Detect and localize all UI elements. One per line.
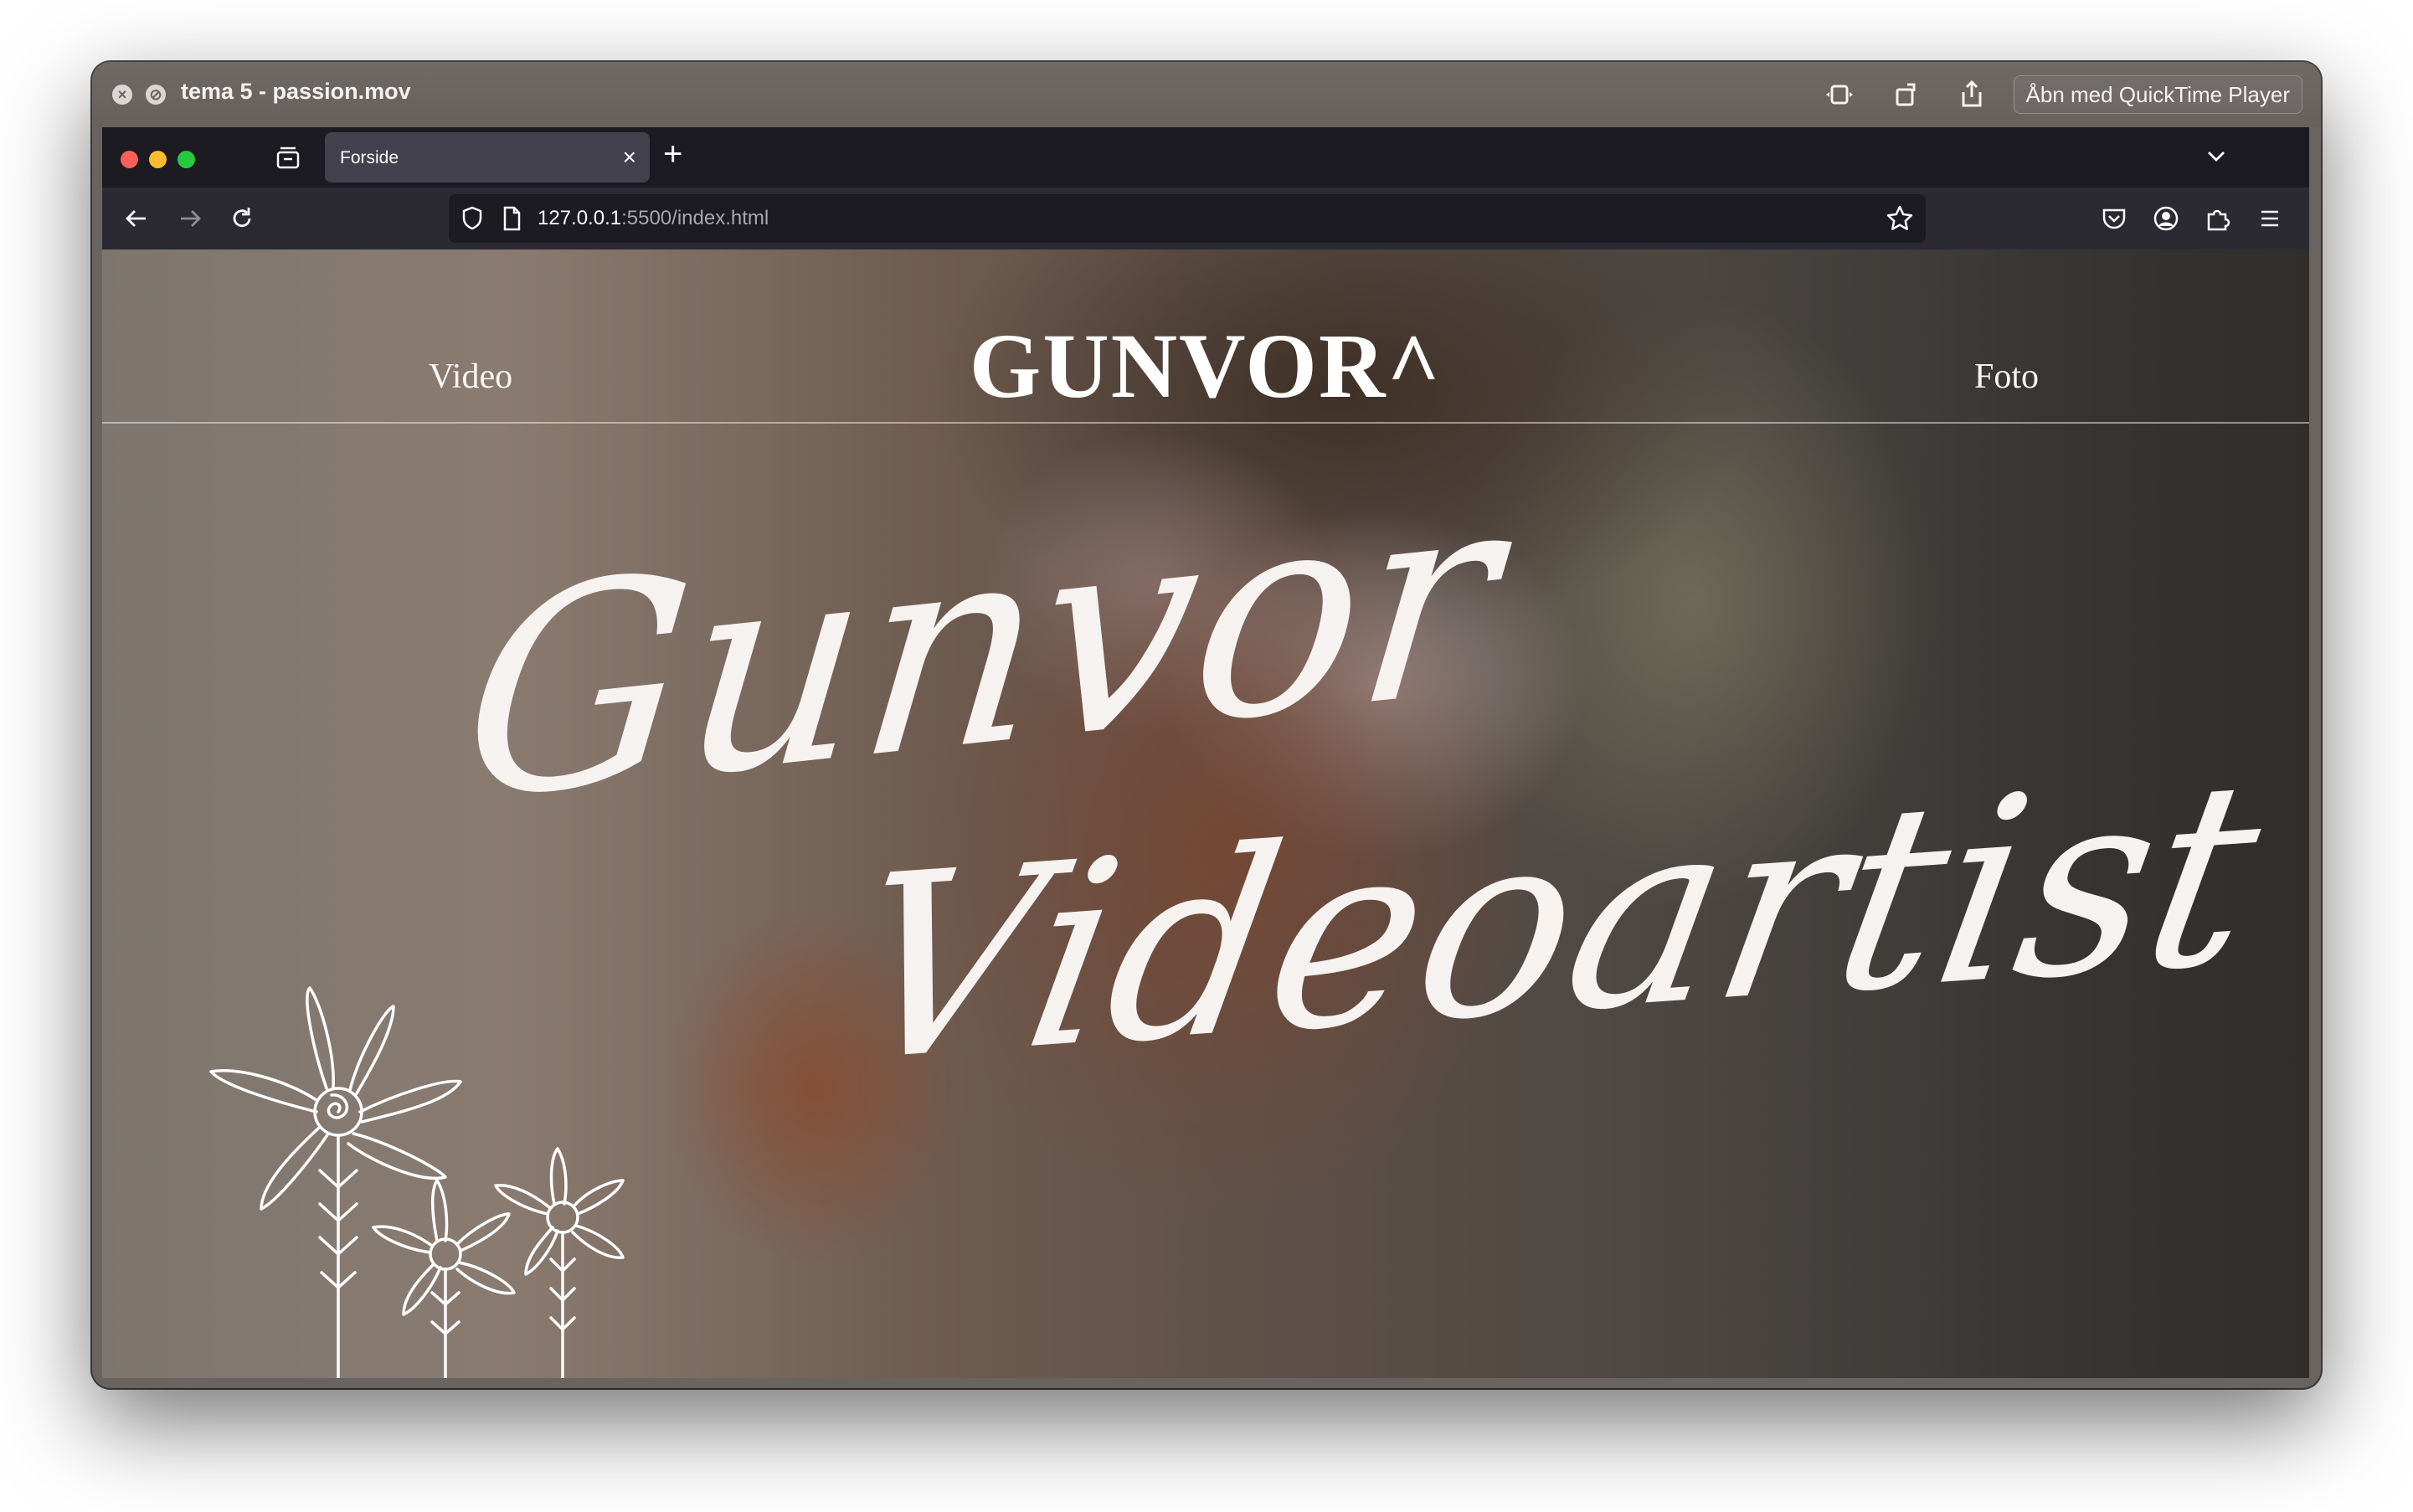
back-icon[interactable] <box>121 203 152 234</box>
menu-icon[interactable] <box>2254 203 2286 234</box>
url-text[interactable]: 127.0.0.1:5500/index.html <box>538 207 769 230</box>
hero-graphics: Gunvor Videoartist <box>209 427 2281 1378</box>
reload-icon[interactable] <box>226 203 258 234</box>
shield-icon[interactable] <box>457 203 487 234</box>
page-icon <box>503 206 521 231</box>
pocket-icon[interactable] <box>2098 203 2130 234</box>
account-icon[interactable] <box>2150 203 2182 234</box>
extensions-icon[interactable] <box>2202 203 2234 234</box>
url-path: :5500/index.html <box>621 207 769 229</box>
trim-icon[interactable] <box>1824 79 1855 111</box>
quicktime-window: × ⊘ tema 5 - passion.mov Åbn med QuickTi… <box>92 62 2321 1388</box>
tab-list-icon[interactable] <box>273 142 303 172</box>
flower-small <box>494 1147 625 1378</box>
tab-forside[interactable]: Forside × <box>325 132 650 183</box>
rotate-icon[interactable] <box>1891 79 1922 111</box>
close-icon[interactable]: × <box>112 85 132 105</box>
tab-bar: Forside × + <box>102 127 2309 188</box>
flower-illustration <box>209 986 625 1378</box>
address-bar[interactable]: 127.0.0.1:5500/index.html <box>449 194 1926 243</box>
flower-medium <box>372 1179 516 1378</box>
bookmark-star-icon[interactable] <box>1884 203 1916 234</box>
share-icon[interactable] <box>1956 79 1988 111</box>
open-with-quicktime-button[interactable]: Åbn med QuickTime Player <box>2013 75 2302 114</box>
web-page: Video GUNVOR^ Foto Gunvor Videoartist <box>102 249 2309 1378</box>
zoom-window-icon[interactable] <box>178 151 195 168</box>
window-title: tema 5 - passion.mov <box>181 79 411 104</box>
minimize-window-icon[interactable] <box>149 151 167 168</box>
forward-icon[interactable] <box>174 203 206 234</box>
browser-window: Forside × + 127.0.0.1:5500/index.html Vi… <box>102 127 2309 1378</box>
stop-icon[interactable]: ⊘ <box>146 85 166 105</box>
quicktime-titlebar: × ⊘ tema 5 - passion.mov Åbn med QuickTi… <box>92 62 2321 127</box>
flower-large <box>209 986 462 1378</box>
tab-close-icon[interactable]: × <box>623 144 636 171</box>
close-window-icon[interactable] <box>121 151 138 168</box>
chevron-down-icon[interactable] <box>2202 142 2230 171</box>
tab-label: Forside <box>340 148 399 167</box>
new-tab-icon[interactable]: + <box>663 136 682 173</box>
url-host: 127.0.0.1 <box>538 207 622 229</box>
navigation-toolbar: 127.0.0.1:5500/index.html <box>102 188 2309 249</box>
